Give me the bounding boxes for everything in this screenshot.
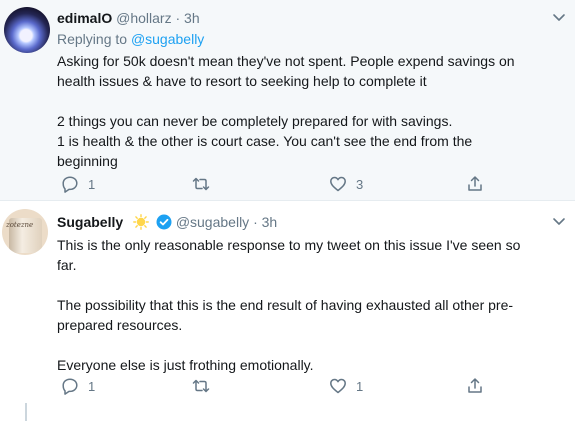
- user-handle[interactable]: @sugabelly: [176, 214, 249, 230]
- tweet-text-line: [57, 91, 557, 111]
- tweet-text-line: The possibility that this is the end res…: [57, 297, 514, 313]
- sun-emoji-icon: [133, 214, 149, 230]
- tweet-header: edimalO @hollarz · 3h: [57, 10, 200, 26]
- share-icon: [468, 378, 482, 393]
- separator-dot: ·: [175, 10, 181, 26]
- share-button[interactable]: [466, 175, 484, 193]
- reply-icon: [62, 378, 78, 395]
- tweet-text-line: This is the only reasonable response to …: [57, 237, 521, 253]
- tweet-text-line: health issues & have to resort to seekin…: [57, 73, 427, 89]
- reply-button[interactable]: 1: [61, 175, 95, 193]
- replying-to: Replying to @sugabelly: [57, 31, 204, 47]
- like-count: 3: [356, 176, 364, 192]
- replying-to-mention[interactable]: @sugabelly: [131, 31, 204, 47]
- tweet-text-line: 1 is health & the other is court case. Y…: [57, 133, 473, 149]
- avatar-cup-text: zotezne: [6, 221, 34, 229]
- tweet-text-line: Asking for 50k doesn't mean they've not …: [57, 53, 515, 69]
- tweet-text-line: [57, 335, 557, 355]
- reply-button[interactable]: 1: [61, 377, 95, 395]
- timestamp[interactable]: 3h: [262, 214, 278, 230]
- separator-dot: ·: [253, 214, 258, 230]
- share-icon: [468, 176, 482, 191]
- tweet-text-line: far.: [57, 257, 77, 273]
- retweet-icon: [192, 177, 210, 191]
- heart-icon: [330, 378, 346, 394]
- reply-count: 1: [88, 176, 96, 192]
- tweet-text-line: 2 things you can never be completely pre…: [57, 113, 453, 129]
- tweet-text: Asking for 50k doesn't mean they've not …: [57, 51, 557, 171]
- chevron-down-icon[interactable]: [552, 10, 566, 24]
- tweet-text-line: [57, 275, 557, 295]
- display-name[interactable]: edimalO: [57, 10, 112, 26]
- retweet-icon: [192, 379, 210, 393]
- like-count: 1: [356, 378, 364, 394]
- avatar[interactable]: zotezne: [2, 209, 48, 255]
- reply-icon: [62, 176, 78, 193]
- reply-count: 1: [88, 378, 96, 394]
- avatar[interactable]: [4, 7, 50, 53]
- heart-icon: [330, 176, 346, 192]
- retweet-button[interactable]: [192, 377, 219, 395]
- user-handle[interactable]: @hollarz: [116, 10, 171, 26]
- retweet-button[interactable]: [192, 175, 219, 193]
- thread-connector-line: [25, 403, 27, 421]
- tweet-header: Sugabelly @sugabelly · 3h: [57, 214, 277, 230]
- tweet-text-line: prepared resources.: [57, 317, 183, 333]
- chevron-down-icon[interactable]: [552, 214, 566, 228]
- timestamp[interactable]: 3h: [184, 10, 200, 26]
- tweet-text-line: beginning: [57, 153, 118, 169]
- share-button[interactable]: [466, 377, 484, 395]
- like-button[interactable]: 3: [329, 175, 363, 193]
- display-name[interactable]: Sugabelly: [57, 214, 123, 230]
- replying-to-label: Replying to: [57, 31, 128, 47]
- verified-badge-icon: [156, 214, 172, 230]
- tweet-edimalo[interactable]: edimalO @hollarz · 3h Replying to @sugab…: [0, 0, 575, 201]
- tweet-text-line: Everyone else is just frothing emotional…: [57, 357, 314, 373]
- like-button[interactable]: 1: [329, 377, 363, 395]
- tweet-text: This is the only reasonable response to …: [57, 235, 557, 375]
